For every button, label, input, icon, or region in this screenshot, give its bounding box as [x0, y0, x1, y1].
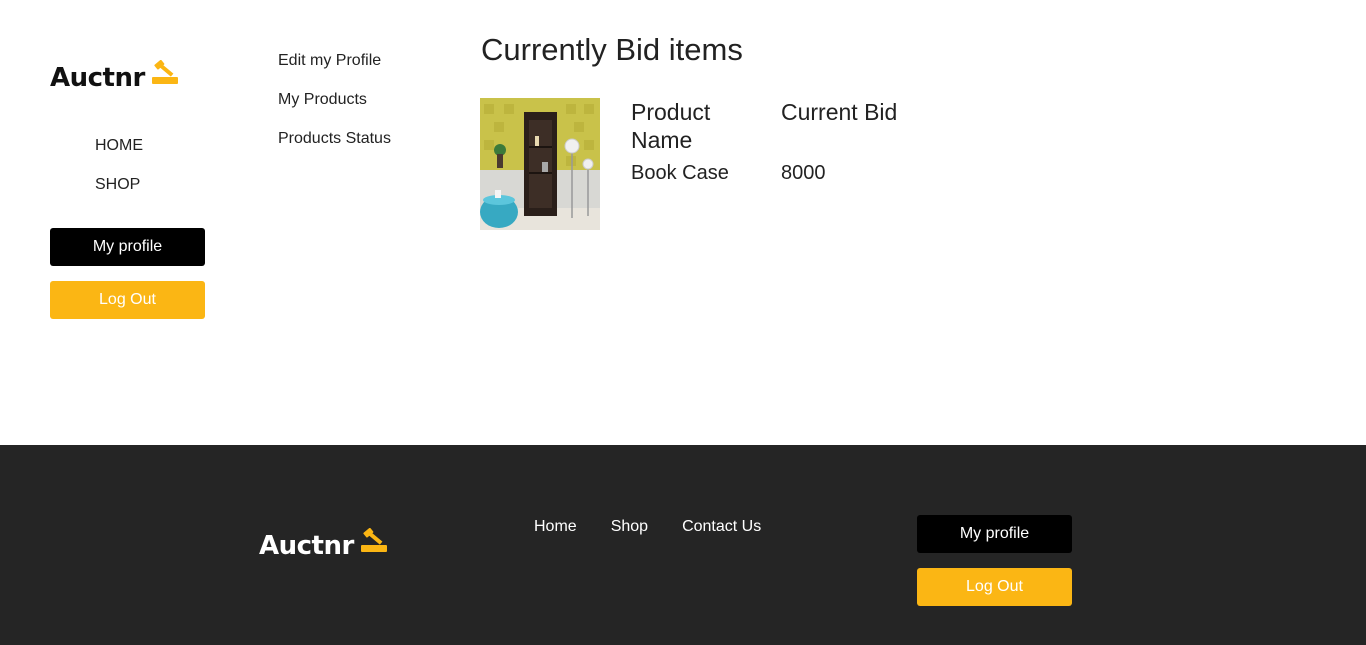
brand-logo[interactable]: Auctnr [50, 59, 182, 95]
footer-nav: Home Shop Contact Us [534, 518, 795, 536]
profile-menu: Edit my Profile My Products Products Sta… [278, 52, 391, 169]
log-out-button[interactable]: Log Out [50, 281, 205, 319]
my-profile-button[interactable]: My profile [50, 228, 205, 266]
edit-profile-link[interactable]: Edit my Profile [278, 52, 391, 91]
gavel-icon [357, 527, 391, 563]
current-bid-header: Current Bid [781, 99, 898, 125]
footer-contact-link[interactable]: Contact Us [682, 518, 761, 536]
nav-home-link[interactable]: HOME [95, 137, 143, 176]
footer-brand-logo[interactable]: Auctnr [259, 527, 391, 563]
nav-shop-link[interactable]: SHOP [95, 176, 143, 215]
footer: Auctnr Home Shop Contact Us My profile L… [0, 445, 1366, 645]
brand-name: Auctnr [50, 62, 145, 93]
footer-brand-name: Auctnr [259, 530, 354, 561]
footer-log-out-button[interactable]: Log Out [917, 568, 1072, 606]
page-title: Currently Bid items [481, 32, 743, 67]
product-name-header: Product Name [631, 99, 711, 153]
main-nav: HOME SHOP [95, 137, 143, 215]
current-bid-cell: 8000 [781, 162, 826, 184]
my-products-link[interactable]: My Products [278, 91, 391, 130]
bookcase-image[interactable] [480, 98, 600, 230]
footer-shop-link[interactable]: Shop [611, 518, 648, 536]
product-name-cell: Book Case [631, 162, 729, 184]
footer-my-profile-button[interactable]: My profile [917, 515, 1072, 553]
footer-home-link[interactable]: Home [534, 518, 577, 536]
gavel-icon [148, 59, 182, 95]
products-status-link[interactable]: Products Status [278, 130, 391, 169]
